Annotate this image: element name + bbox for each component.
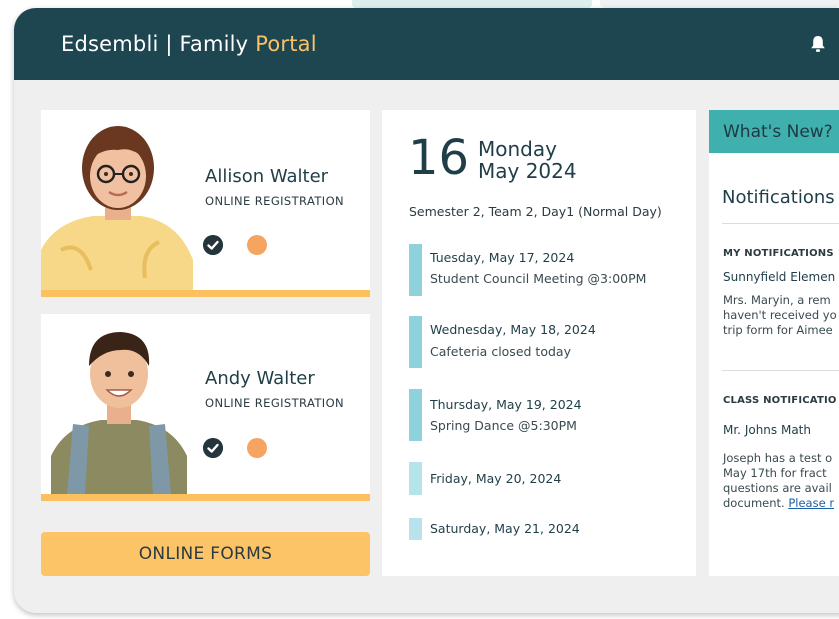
background-tab-right xyxy=(600,0,839,8)
student-name[interactable]: Andy Walter xyxy=(205,368,315,389)
whats-new-banner[interactable]: What's New? xyxy=(709,110,839,153)
registration-status: ONLINE REGISTRATION xyxy=(205,194,345,208)
notification-line: document. Please r xyxy=(723,496,834,511)
notification-line: Mrs. Maryin, a rem xyxy=(723,293,831,307)
event-marker xyxy=(409,518,422,540)
header-bar: Edsembli | Family Portal xyxy=(14,8,839,80)
student-card-andy[interactable]: Andy Walter ONLINE REGISTRATION xyxy=(41,314,370,501)
card-accent-bar xyxy=(41,494,370,501)
bell-icon[interactable] xyxy=(810,35,826,53)
app-title-accent: Portal xyxy=(255,32,317,56)
divider xyxy=(722,223,839,224)
whats-new-title: What's New? xyxy=(723,122,833,142)
registration-status: ONLINE REGISTRATION xyxy=(205,396,345,410)
event-date: Saturday, May 21, 2024 xyxy=(430,521,580,536)
notification-line: haven't received yo xyxy=(723,308,837,322)
portal-window: Edsembli | Family Portal Allison Walter … xyxy=(14,8,839,613)
divider xyxy=(722,370,839,371)
status-dot xyxy=(247,235,267,255)
check-icon xyxy=(203,235,223,255)
event-description: Student Council Meeting @3:00PM xyxy=(430,271,647,286)
notification-line: trip form for Aimee xyxy=(723,323,833,337)
check-icon xyxy=(203,438,223,458)
card-accent-bar xyxy=(41,290,370,297)
whats-new-panel: What's New? Notifications MY NOTIFICATIO… xyxy=(709,110,839,576)
notification-line: questions are avail xyxy=(723,481,832,495)
status-dot xyxy=(247,438,267,458)
event-marker xyxy=(409,389,422,441)
student-card-allison[interactable]: Allison Walter ONLINE REGISTRATION xyxy=(41,110,370,297)
background-tab-left xyxy=(352,0,592,8)
notifications-title: Notifications xyxy=(722,187,835,208)
notification-sender[interactable]: Mr. Johns Math xyxy=(723,423,811,437)
app-title-main: Edsembli | Family xyxy=(61,32,256,56)
month-year: May 2024 xyxy=(478,159,577,183)
event-date: Thursday, May 19, 2024 xyxy=(430,397,582,412)
semester-info: Semester 2, Team 2, Day1 (Normal Day) xyxy=(409,204,662,219)
day-name: Monday xyxy=(478,137,557,161)
event-date: Friday, May 20, 2024 xyxy=(430,471,562,486)
notification-line: Joseph has a test o xyxy=(723,451,833,465)
event-marker xyxy=(409,462,422,495)
notification-text: document. xyxy=(723,496,789,510)
student-name[interactable]: Allison Walter xyxy=(205,166,328,187)
event-date: Tuesday, May 17, 2024 xyxy=(430,250,575,265)
notification-sender[interactable]: Sunnyfield Elemen xyxy=(723,270,835,284)
event-description: Spring Dance @5:30PM xyxy=(430,418,577,433)
online-forms-button[interactable]: ONLINE FORMS xyxy=(41,532,370,576)
app-title: Edsembli | Family Portal xyxy=(61,32,317,56)
event-description: Cafeteria closed today xyxy=(430,344,571,359)
my-notifications-heading: MY NOTIFICATIONS xyxy=(723,248,834,259)
event-marker xyxy=(409,316,422,368)
class-notifications-heading: CLASS NOTIFICATIO xyxy=(723,395,837,406)
student-photo xyxy=(41,126,193,290)
day-number: 16 xyxy=(408,130,470,186)
calendar-card: 16 Monday May 2024 Semester 2, Team 2, D… xyxy=(382,110,696,576)
notification-link[interactable]: Please r xyxy=(788,496,834,510)
event-date: Wednesday, May 18, 2024 xyxy=(430,322,596,337)
notification-line: May 17th for fract xyxy=(723,466,827,480)
event-marker xyxy=(409,244,422,296)
student-photo xyxy=(51,332,187,494)
